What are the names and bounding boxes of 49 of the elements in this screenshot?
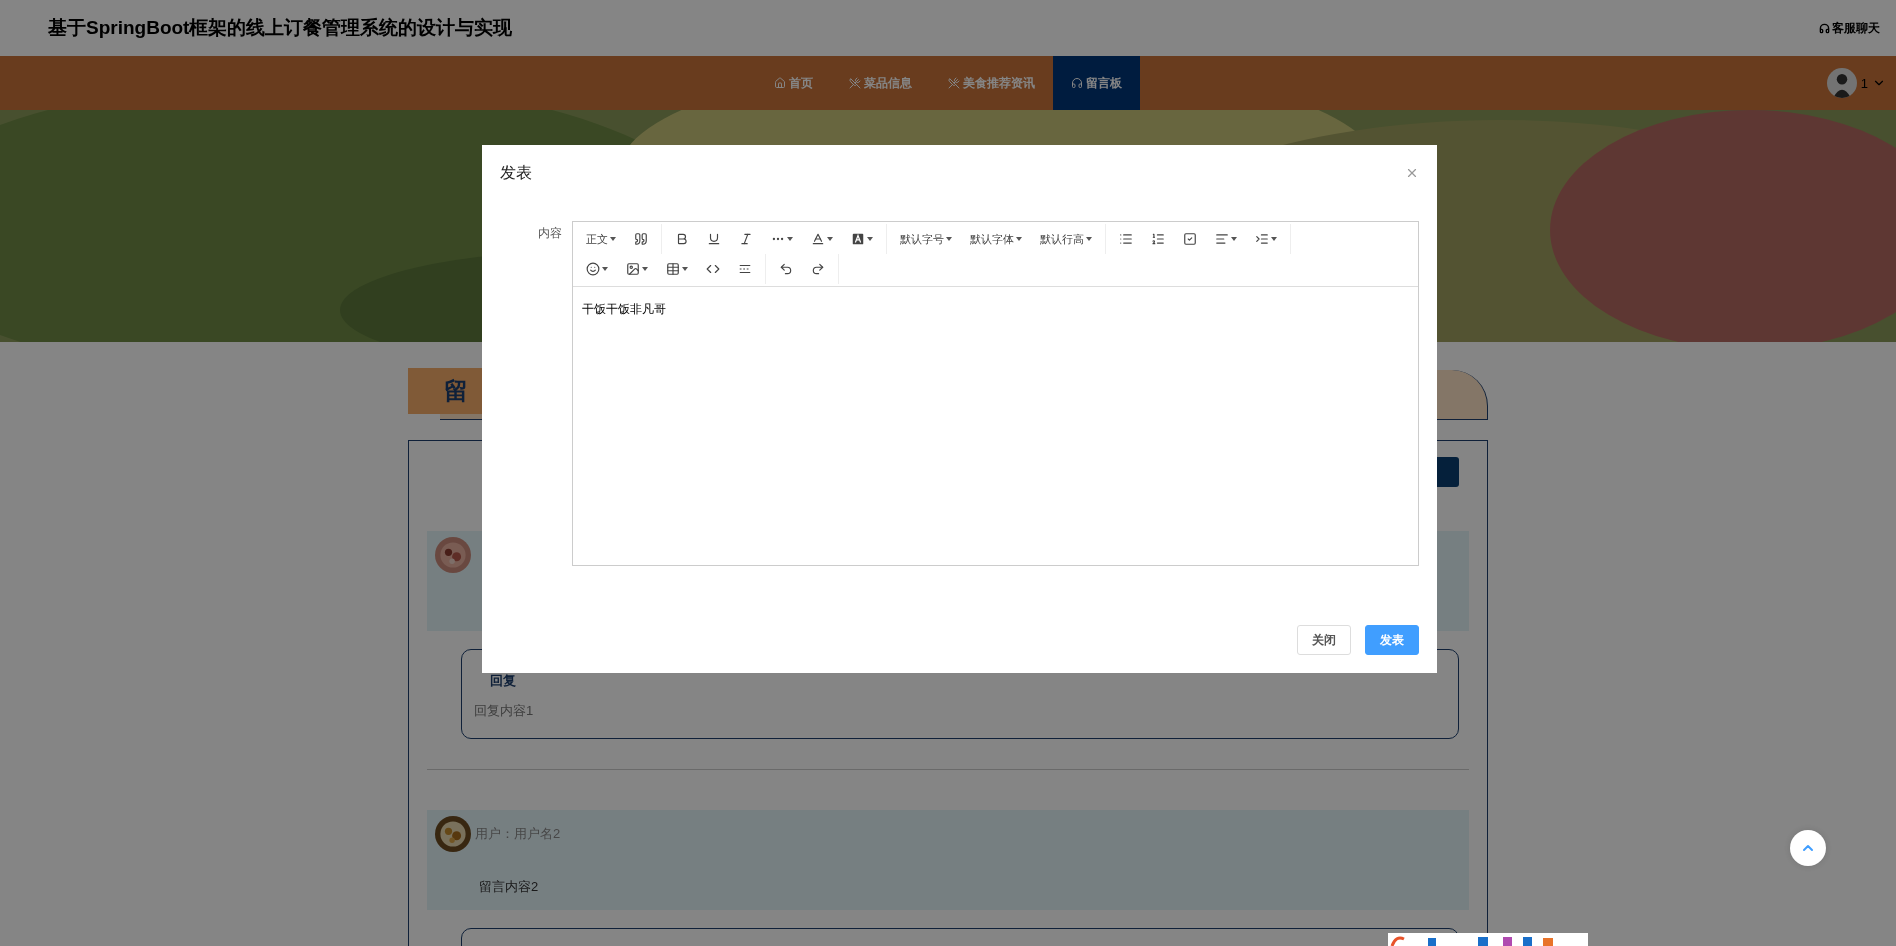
toolbar-dropdown[interactable]: 默认字号 (890, 224, 961, 254)
table-icon (665, 262, 680, 276)
message-user: 用户：用户名2 (475, 825, 561, 843)
code-icon (705, 262, 720, 276)
user-avatar[interactable] (1826, 68, 1857, 98)
toolbar-dropdown[interactable]: 正文 (576, 224, 625, 254)
redo-icon (810, 262, 825, 276)
bullet-list-icon (1118, 232, 1133, 246)
caret-icon (786, 237, 793, 241)
italic-icon (738, 232, 753, 246)
headset-icon (1071, 77, 1083, 89)
close-icon (1405, 166, 1419, 180)
numbered-list-icon (1150, 232, 1165, 246)
checkbox-icon (1182, 232, 1197, 246)
font-color-icon (810, 232, 825, 246)
field-label: 内容 (536, 225, 562, 242)
dialog-title: 发表 (500, 162, 532, 183)
background-color-icon (850, 232, 865, 246)
back-to-top-button[interactable] (1790, 830, 1826, 866)
underline-icon (706, 232, 721, 246)
site-title: 基于SpringBoot框架的线上订餐管理系统的设计与实现 (48, 16, 513, 40)
caret-icon (866, 237, 873, 241)
image-icon (625, 262, 640, 276)
caret-icon (641, 267, 648, 271)
caret-icon (826, 237, 833, 241)
message-text: 留言内容2 (479, 878, 540, 896)
chat-link[interactable]: 客服聊天 (1819, 19, 1880, 37)
emoji-icon (585, 262, 600, 276)
undo-icon (778, 262, 793, 276)
utensils-icon (948, 77, 960, 89)
caret-icon (601, 267, 608, 271)
nav-tab[interactable]: 留言板 (1053, 56, 1140, 110)
utensils-icon (849, 77, 861, 89)
cancel-button[interactable]: 关闭 (1297, 625, 1351, 655)
editor-text[interactable]: 干饭干饭非凡哥 (572, 287, 1418, 565)
close-button[interactable] (1405, 166, 1419, 180)
home-icon (774, 77, 786, 89)
quote-icon (633, 232, 648, 246)
caret-icon (681, 267, 688, 271)
caret-icon (1270, 237, 1277, 241)
divider-icon (737, 262, 752, 276)
headset-icon (1819, 22, 1830, 34)
indent-icon (1254, 232, 1269, 246)
align-icon (1214, 232, 1229, 246)
toolbar-dropdown[interactable]: 默认行高 (1030, 224, 1101, 254)
toolbar-dropdown[interactable]: 默认字体 (960, 224, 1031, 254)
caret-icon (1230, 237, 1237, 241)
reply-heading: 回复 (489, 672, 517, 690)
reply-text: 回复内容1 (474, 702, 535, 720)
